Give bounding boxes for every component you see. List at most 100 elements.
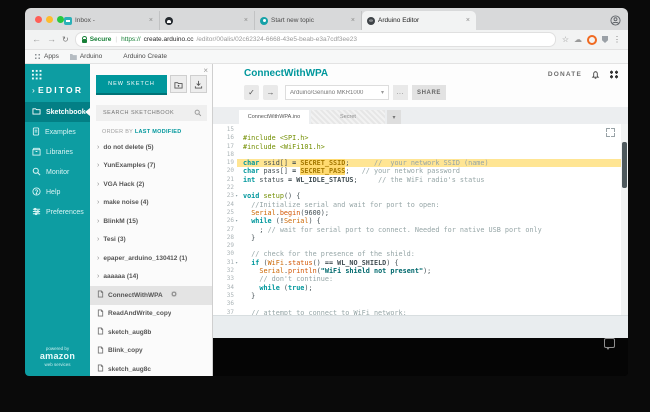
sidebar-item-sketchbook[interactable]: Sketchbook xyxy=(25,102,90,122)
sketch-folder-make-noise-4[interactable]: ›make noise (4) xyxy=(90,194,212,213)
tab-close-icon[interactable]: × xyxy=(350,17,356,24)
extension-shield-icon[interactable] xyxy=(602,36,608,43)
board-selector[interactable]: Arduino/Genuino MKR1000 ▾ xyxy=(285,85,389,100)
bookmark-arduino[interactable]: Arduino xyxy=(70,53,102,60)
sketch-folder-do-not-delete-5[interactable]: ›do not delete (5) xyxy=(90,138,212,157)
search-input[interactable] xyxy=(101,109,191,117)
browser-tab-arduino-editor[interactable]: Arduino Editor× xyxy=(362,11,476,30)
forward-icon[interactable]: → xyxy=(47,35,56,44)
code-token: status xyxy=(255,176,288,184)
sketch-folder-yunexamples-7[interactable]: ›YunExamples (7) xyxy=(90,157,212,176)
file-tab-secret[interactable]: Secret xyxy=(311,110,385,124)
bookmark-arduino-create[interactable]: Arduino Create xyxy=(113,53,167,60)
code-token: WL_NO_SHIELD xyxy=(337,259,386,267)
sketch-folder-vga-hack-2[interactable]: ›VGA Hack (2) xyxy=(90,175,212,194)
sketch-label: sketch_aug8c xyxy=(108,366,151,373)
apps-grid-icon[interactable] xyxy=(31,69,42,80)
sketch-item-connectwithwpa[interactable]: ConnectWithWPA xyxy=(90,286,212,305)
code-token: true xyxy=(288,284,304,292)
bookmark-label: Apps xyxy=(44,53,59,60)
community-apps-icon[interactable] xyxy=(609,70,619,79)
code-token: (9600); xyxy=(300,209,329,217)
notifications-bell-icon[interactable] xyxy=(591,69,600,79)
sidebar-item-label: Libraries xyxy=(46,149,73,156)
new-sketch-button[interactable]: NEW SKETCH xyxy=(96,75,167,95)
code-token: ssid[] xyxy=(259,159,292,167)
sketch-folder-blinkm-15[interactable]: ›BlinkM (15) xyxy=(90,212,212,231)
browser-tab-inbox[interactable]: Inbox -× xyxy=(59,11,160,30)
chevron-right-icon: › xyxy=(97,162,99,169)
code-line: } xyxy=(237,234,628,242)
code-token: Serial xyxy=(259,267,284,275)
bookmark-star-icon[interactable]: ☆ xyxy=(562,35,569,44)
browser-tab-github[interactable]: × xyxy=(160,11,255,30)
url-path: /editor/00alis/02c62324-6668-43e5-beab-e… xyxy=(196,36,356,43)
sketch-folder-aaaaaa-14[interactable]: ›aaaaaa (14) xyxy=(90,268,212,287)
new-folder-button[interactable] xyxy=(170,75,187,93)
line-number: 32 xyxy=(213,267,237,275)
scrollbar-thumb[interactable] xyxy=(622,142,627,188)
import-sketch-button[interactable] xyxy=(190,75,207,93)
sketch-folder-epaper-arduino-130412-1[interactable]: ›epaper_arduino_130412 (1) xyxy=(90,249,212,268)
code-editor[interactable]: 151617181920212223▾242526▾2728293031▾323… xyxy=(213,124,628,315)
fullscreen-icon[interactable] xyxy=(606,128,615,137)
code-token: <WiFi101.h> xyxy=(280,143,325,151)
sidebar-item-monitor[interactable]: Monitor xyxy=(25,162,90,182)
folder-icon xyxy=(70,53,77,60)
verify-button[interactable]: ✓ xyxy=(244,85,259,100)
chevron-down-icon: ▾ xyxy=(381,89,384,96)
panel-close-icon[interactable]: × xyxy=(203,66,208,75)
code-line: #include <SPI.h> xyxy=(237,134,628,142)
sidebar-item-help[interactable]: Help xyxy=(25,182,90,202)
code-token: ( xyxy=(272,217,280,225)
share-button[interactable]: SHARE xyxy=(412,85,446,100)
sketch-item-readandwrite-copy[interactable]: ReadAndWrite_copy xyxy=(90,305,212,324)
sketch-item-blink-copy[interactable]: Blink_copy xyxy=(90,342,212,361)
browser-tab-start-new-topic[interactable]: Start new topic× xyxy=(255,11,362,30)
bookmark-apps[interactable]: Apps xyxy=(34,53,59,60)
extension-orange-icon[interactable] xyxy=(587,35,597,45)
back-icon[interactable]: ← xyxy=(32,35,41,44)
code-token xyxy=(243,309,251,315)
tab-close-icon[interactable]: × xyxy=(148,17,154,24)
address-bar[interactable]: Secure | https://create.arduino.cc/edito… xyxy=(75,32,556,47)
file-tab-bar: ConnectWithWPA.inoSecret▾ xyxy=(213,107,628,124)
code-line: void setup() { xyxy=(237,192,628,200)
sketch-file-icon xyxy=(97,309,104,319)
code-token: ; xyxy=(345,159,374,167)
sketch-label: VGA Hack (2) xyxy=(103,181,144,188)
tab-close-icon[interactable]: × xyxy=(243,17,249,24)
gear-icon[interactable] xyxy=(170,290,178,300)
sketch-folder-tesi-3[interactable]: ›Tesi (3) xyxy=(90,231,212,250)
sketch-list: ›do not delete (5)›YunExamples (7)›VGA H… xyxy=(90,138,212,376)
sketch-item-sketch-aug8c[interactable]: sketch_aug8c xyxy=(90,360,212,376)
sketch-item-sketch-aug8b[interactable]: sketch_aug8b xyxy=(90,323,212,342)
sketch-label: BlinkM (15) xyxy=(103,218,138,225)
file-tab-dropdown-icon[interactable]: ▾ xyxy=(387,110,401,124)
code-token xyxy=(243,284,259,292)
code-token: // your network password xyxy=(362,167,460,175)
minimize-window-button[interactable] xyxy=(46,16,53,23)
apps-icon xyxy=(34,53,41,60)
sidebar-item-preferences[interactable]: Preferences xyxy=(25,202,90,222)
close-window-button[interactable] xyxy=(35,16,42,23)
file-tab-connectwithwpa-ino[interactable]: ConnectWithWPA.ino xyxy=(239,110,309,124)
chat-bubble-icon[interactable] xyxy=(604,338,615,348)
more-options-button[interactable]: ... xyxy=(393,85,408,100)
help-icon xyxy=(32,187,41,198)
sidebar-item-libraries[interactable]: Libraries xyxy=(25,142,90,162)
profile-icon[interactable] xyxy=(610,13,621,31)
code-token: ( xyxy=(259,259,267,267)
code-token: #include xyxy=(243,134,280,142)
donate-link[interactable]: DONATE xyxy=(548,71,582,78)
extension-cloud-icon[interactable]: ☁ xyxy=(574,35,582,44)
code-token: ); xyxy=(304,284,312,292)
tab-close-icon[interactable]: × xyxy=(465,17,471,24)
secure-label: Secure xyxy=(90,36,112,43)
upload-button[interactable]: → xyxy=(263,85,278,100)
code-token: // wait for serial port to connect. Need… xyxy=(268,226,542,234)
browser-menu-icon[interactable]: ⋮ xyxy=(613,35,621,44)
order-by-value[interactable]: LAST MODIFIED xyxy=(135,129,182,135)
sidebar-item-examples[interactable]: Examples xyxy=(25,122,90,142)
reload-icon[interactable]: ↻ xyxy=(62,36,69,44)
